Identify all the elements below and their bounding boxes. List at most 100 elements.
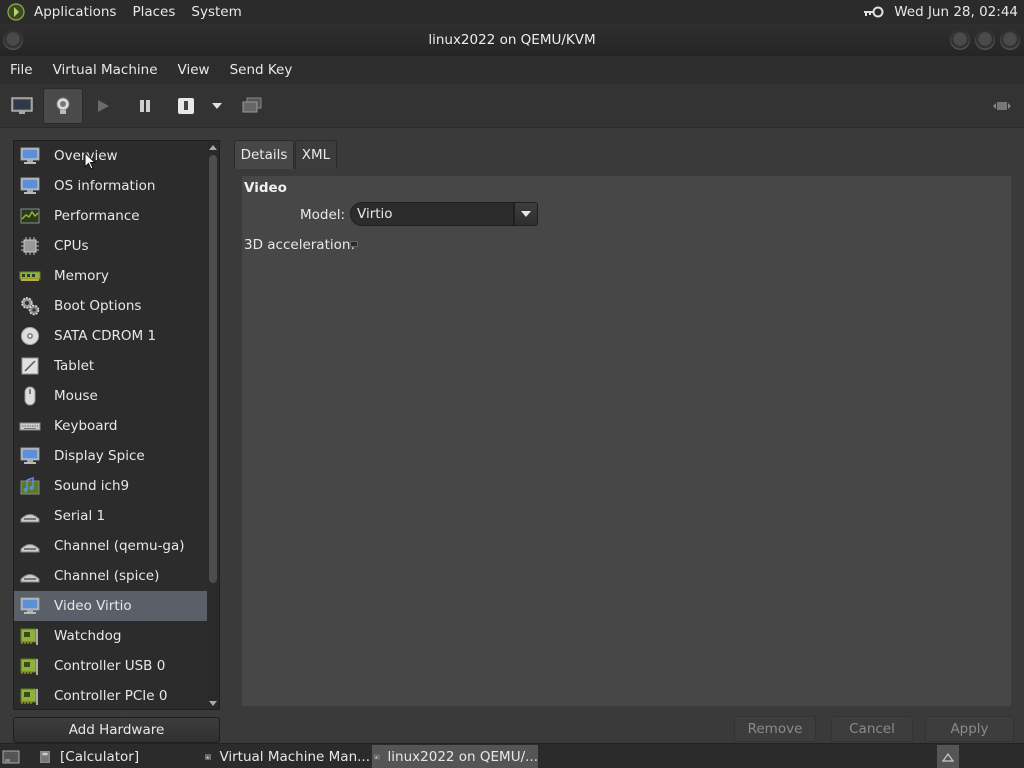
places-menu[interactable]: Places: [124, 4, 183, 20]
gnome-foot-icon[interactable]: [6, 2, 26, 22]
system-menu[interactable]: System: [183, 4, 249, 20]
3d-acceleration-label: 3D acceleration:: [244, 237, 355, 253]
details-button[interactable]: [43, 88, 83, 124]
model-label: Model:: [300, 207, 346, 223]
toolbar: [0, 84, 1024, 128]
sidebar-item-memory[interactable]: Memory: [14, 261, 207, 291]
sound-icon: [19, 476, 41, 496]
sidebar-item-controller-usb-0[interactable]: Controller USB 0: [14, 651, 207, 681]
3d-acceleration-checkbox[interactable]: [350, 241, 358, 247]
scroll-down-arrow[interactable]: [209, 701, 217, 706]
applications-menu[interactable]: Applications: [26, 4, 124, 20]
sidebar-item-label: Channel (spice): [54, 568, 160, 584]
task-virt-manager[interactable]: Virtual Machine Man...: [205, 745, 370, 768]
task-label: linux2022 on QEMU/...: [387, 748, 538, 765]
sidebar-item-video-virtio[interactable]: Video Virtio: [14, 591, 207, 621]
monitor-icon: [19, 176, 41, 196]
performance-graph-icon: [19, 206, 41, 226]
scroll-up-arrow[interactable]: [209, 145, 217, 150]
serial-port-icon: [19, 536, 41, 556]
virt-manager-icon: [374, 754, 380, 759]
pci-card-icon: [19, 656, 41, 676]
scroll-thumb[interactable]: [209, 155, 217, 583]
sidebar-item-cpus[interactable]: CPUs: [14, 231, 207, 261]
sidebar-item-label: Controller USB 0: [54, 658, 166, 674]
run-button[interactable]: [90, 88, 116, 124]
menu-file[interactable]: File: [0, 62, 43, 78]
menu-view[interactable]: View: [168, 62, 220, 78]
keyring-icon[interactable]: [862, 5, 884, 19]
cancel-button[interactable]: Cancel: [831, 716, 913, 742]
window-titlebar[interactable]: linux2022 on QEMU/KVM: [0, 24, 1024, 56]
snapshots-button[interactable]: [238, 88, 266, 124]
sidebar-item-channel-qemu-ga[interactable]: Channel (qemu-ga): [14, 531, 207, 561]
sidebar-item-display-spice[interactable]: Display Spice: [14, 441, 207, 471]
tray-area: Wed Jun 28, 02:44: [862, 0, 1018, 24]
shutdown-button[interactable]: [174, 88, 198, 124]
menu-send-key[interactable]: Send Key: [220, 62, 303, 78]
desktop-icon: [2, 750, 20, 763]
sidebar-item-label: Performance: [54, 208, 140, 224]
power-icon: [178, 98, 194, 114]
maximize-button[interactable]: [975, 30, 995, 50]
window-title: linux2022 on QEMU/KVM: [428, 32, 596, 48]
shutdown-dropdown[interactable]: [209, 88, 225, 124]
hardware-list[interactable]: Overview OS information Performance CPUs Mem…: [13, 140, 220, 710]
apply-button[interactable]: Apply: [925, 716, 1014, 742]
sidebar-item-channel-spice[interactable]: Channel (spice): [14, 561, 207, 591]
scrollbar[interactable]: [207, 141, 219, 709]
sidebar-item-label: OS information: [54, 178, 156, 194]
mouse-cursor-icon: [84, 152, 96, 170]
window-menu-button[interactable]: [3, 30, 23, 50]
sidebar-item-sound-ich9[interactable]: Sound ich9: [14, 471, 207, 501]
sidebar-item-performance[interactable]: Performance: [14, 201, 207, 231]
pause-button[interactable]: [132, 88, 158, 124]
lightbulb-details-icon: [56, 97, 70, 114]
gears-icon: [19, 296, 41, 316]
task-calculator[interactable]: [Calculator]: [38, 745, 198, 768]
model-dropdown-button[interactable]: [514, 202, 538, 226]
sidebar-item-controller-pcie-0[interactable]: Controller PCIe 0: [14, 681, 207, 709]
sidebar-item-label: Display Spice: [54, 448, 145, 464]
sidebar-item-label: Controller PCIe 0: [54, 688, 168, 704]
fullscreen-button[interactable]: [990, 88, 1014, 124]
show-desktop-button[interactable]: [2, 745, 24, 768]
workspace-switcher[interactable]: [937, 745, 959, 768]
console-monitor-icon: [11, 97, 33, 114]
sidebar-item-os-information[interactable]: OS information: [14, 171, 207, 201]
pci-card-icon: [19, 686, 41, 706]
console-button[interactable]: [6, 88, 38, 124]
sidebar-item-serial-1[interactable]: Serial 1: [14, 501, 207, 531]
pause-icon: [140, 100, 150, 112]
details-panel: Video Model: Virtio 3D acceleration:: [241, 175, 1012, 707]
play-icon: [98, 100, 109, 112]
serial-port-icon: [19, 566, 41, 586]
model-combo[interactable]: Virtio: [350, 202, 538, 226]
sidebar-item-tablet[interactable]: Tablet: [14, 351, 207, 381]
sidebar-item-label: Channel (qemu-ga): [54, 538, 185, 554]
menu-virtual-machine[interactable]: Virtual Machine: [43, 62, 168, 78]
sidebar-item-label: Memory: [54, 268, 109, 284]
sidebar-item-sata-cdrom-1[interactable]: SATA CDROM 1: [14, 321, 207, 351]
close-button[interactable]: [1000, 30, 1020, 50]
minimize-button[interactable]: [950, 30, 970, 50]
sidebar-item-boot-options[interactable]: Boot Options: [14, 291, 207, 321]
tab-xml[interactable]: XML: [295, 140, 337, 169]
task-linux2022[interactable]: linux2022 on QEMU/...: [372, 745, 538, 768]
sidebar-item-label: SATA CDROM 1: [54, 328, 157, 344]
tab-details[interactable]: Details: [234, 140, 294, 169]
task-label: Virtual Machine Man...: [219, 748, 370, 765]
sidebar-item-keyboard[interactable]: Keyboard: [14, 411, 207, 441]
model-field[interactable]: Virtio: [350, 202, 514, 226]
add-hardware-button[interactable]: Add Hardware: [13, 717, 220, 743]
fullscreen-icon: [993, 102, 1011, 110]
mouse-icon: [19, 386, 41, 406]
sidebar-item-overview[interactable]: Overview: [14, 141, 207, 171]
sidebar-item-watchdog[interactable]: Watchdog: [14, 621, 207, 651]
task-label: [Calculator]: [60, 748, 140, 765]
calculator-icon: [40, 750, 50, 763]
workspace-icon: [941, 752, 955, 762]
sidebar-item-mouse[interactable]: Mouse: [14, 381, 207, 411]
remove-button[interactable]: Remove: [734, 716, 816, 742]
clock[interactable]: Wed Jun 28, 02:44: [894, 4, 1018, 20]
